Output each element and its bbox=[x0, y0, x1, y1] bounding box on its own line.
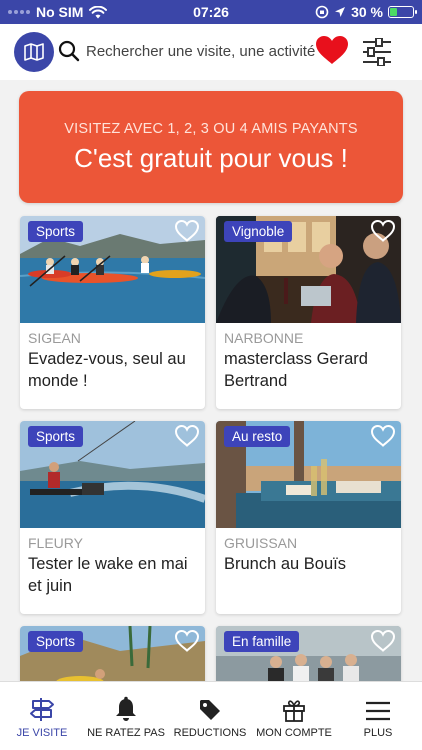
tab-ne-ratez-pas[interactable]: NE RATEZ PAS bbox=[84, 682, 168, 750]
category-badge: Au resto bbox=[224, 426, 291, 447]
tab-reductions[interactable]: REDUCTIONS bbox=[168, 682, 252, 750]
category-badge: Sports bbox=[28, 426, 84, 447]
bottom-tab-bar: JE VISITE NE RATEZ PAS REDUCTIONS MON CO… bbox=[0, 681, 422, 750]
tab-je-visite[interactable]: JE VISITE bbox=[0, 682, 84, 750]
tab-label: NE RATEZ PAS bbox=[87, 727, 165, 739]
activity-card[interactable]: Vignoble NARBONNE masterclass Gerard Ber… bbox=[216, 216, 401, 409]
tab-label: MON COMPTE bbox=[256, 727, 332, 739]
card-city: FLEURY bbox=[28, 535, 83, 551]
promo-subtitle: VISITEZ AVEC 1, 2, 3 OU 4 AMIS PAYANTS bbox=[64, 121, 358, 137]
signpost-icon bbox=[30, 698, 54, 721]
tab-label: REDUCTIONS bbox=[173, 727, 247, 739]
favorite-heart-icon[interactable] bbox=[370, 629, 396, 653]
card-city: NARBONNE bbox=[224, 330, 304, 346]
favorite-heart-icon[interactable] bbox=[370, 424, 396, 448]
filter-sliders-icon[interactable] bbox=[362, 38, 392, 66]
card-city: GRUISSAN bbox=[224, 535, 298, 551]
card-title: Evadez-vous, seul au monde ! bbox=[28, 350, 186, 390]
rotation-lock-icon bbox=[315, 5, 329, 19]
card-title: Tester le wake en mai et juin bbox=[28, 555, 188, 595]
promo-banner[interactable]: VISITEZ AVEC 1, 2, 3 OU 4 AMIS PAYANTS C… bbox=[19, 91, 403, 203]
favorite-heart-icon[interactable] bbox=[174, 219, 200, 243]
favorite-heart-icon[interactable] bbox=[174, 629, 200, 653]
search-input[interactable] bbox=[86, 38, 322, 64]
activity-card[interactable]: Au resto GRUISSAN Brunch au Bouïs bbox=[216, 421, 401, 614]
category-badge: Sports bbox=[28, 631, 84, 652]
gift-icon bbox=[283, 700, 305, 722]
tab-label: JE VISITE bbox=[16, 727, 68, 739]
category-badge: Vignoble bbox=[224, 221, 293, 242]
category-badge: Sports bbox=[28, 221, 84, 242]
activity-image: Au resto bbox=[216, 421, 401, 528]
promo-title: C'est gratuit pour vous ! bbox=[74, 143, 348, 173]
card-city: SIGEAN bbox=[28, 330, 81, 346]
menu-icon bbox=[366, 701, 390, 721]
activity-image: Sports bbox=[20, 216, 205, 323]
category-badge: En famille bbox=[224, 631, 300, 652]
card-title: masterclass Gerard Bertrand bbox=[224, 350, 368, 390]
favorite-heart-icon[interactable] bbox=[370, 219, 396, 243]
location-icon bbox=[335, 7, 346, 17]
battery-icon bbox=[388, 6, 417, 18]
map-icon bbox=[24, 43, 44, 61]
tab-plus[interactable]: PLUS bbox=[336, 682, 420, 750]
map-button[interactable] bbox=[14, 32, 54, 72]
favorites-heart-icon[interactable] bbox=[314, 34, 350, 66]
activity-card[interactable]: Sports FLEURY Tester le wake en mai et j… bbox=[20, 421, 205, 614]
tab-mon-compte[interactable]: MON COMPTE bbox=[252, 682, 336, 750]
activity-image: Vignoble bbox=[216, 216, 401, 323]
activity-image: Sports bbox=[20, 421, 205, 528]
tag-icon bbox=[200, 700, 220, 720]
status-bar: No SIM 07:26 30 % bbox=[0, 0, 422, 24]
search-icon bbox=[58, 40, 80, 62]
card-title: Brunch au Bouïs bbox=[224, 555, 346, 573]
favorite-heart-icon[interactable] bbox=[174, 424, 200, 448]
header bbox=[0, 24, 422, 80]
activity-card[interactable]: Sports SIGEAN Evadez-vous, seul au monde… bbox=[20, 216, 205, 409]
tab-label: PLUS bbox=[363, 727, 393, 739]
battery-percent: 30 % bbox=[351, 4, 383, 20]
bell-icon bbox=[116, 696, 136, 721]
